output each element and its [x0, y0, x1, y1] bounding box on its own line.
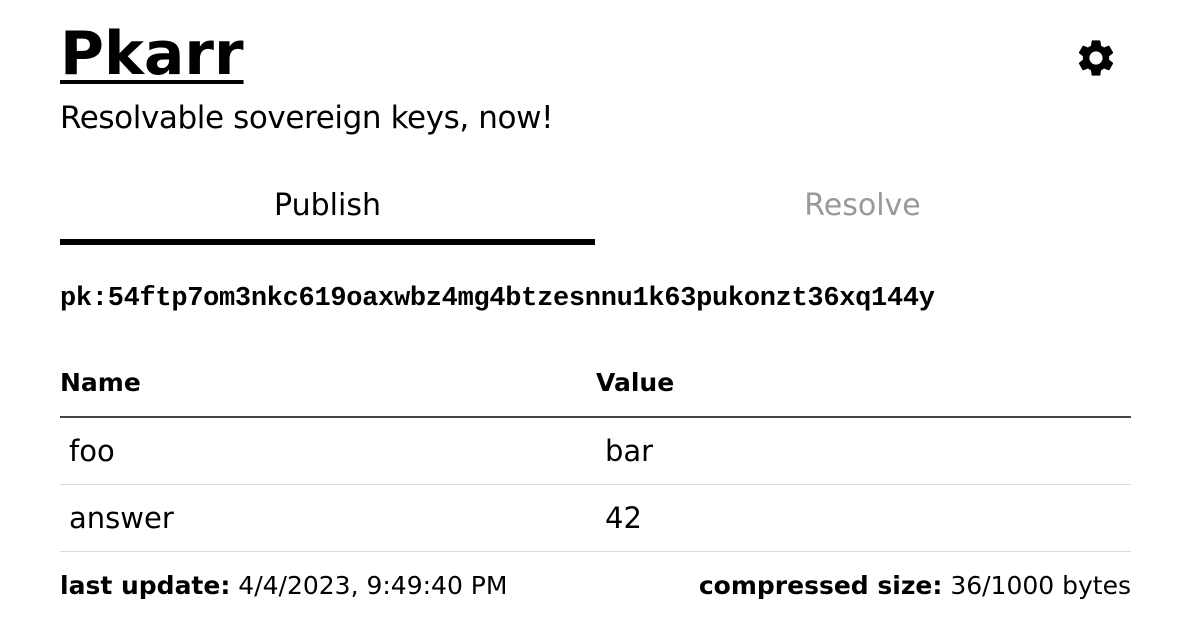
pkarr-app: Pkarr Resolvable sovereign keys, now! Pu…: [0, 0, 1200, 630]
active-tab-indicator: [60, 239, 595, 245]
column-header-name: Name: [60, 368, 141, 397]
table-row: foo bar: [60, 418, 1131, 485]
page-title-link[interactable]: Pkarr: [60, 18, 244, 90]
status-footer: last update: 4/4/2023, 9:49:40 PM compre…: [60, 566, 1131, 606]
record-value-field[interactable]: bar: [605, 433, 653, 469]
tab-publish[interactable]: Publish: [60, 180, 595, 246]
record-name-field[interactable]: answer: [69, 500, 174, 536]
tab-bar: Publish Resolve: [60, 180, 1130, 246]
last-update-value: 4/4/2023, 9:49:40 PM: [238, 571, 508, 600]
compressed-size: compressed size: 36/1000 bytes: [699, 566, 1131, 606]
compressed-size-value: 36/1000 bytes: [950, 571, 1131, 600]
last-update: last update: 4/4/2023, 9:49:40 PM: [60, 566, 507, 606]
table-row: answer 42: [60, 485, 1131, 552]
page-subtitle: Resolvable sovereign keys, now!: [60, 100, 554, 136]
records-table: Name Value foo bar answer 42: [60, 360, 1131, 552]
table-header: Name Value: [60, 360, 1131, 418]
record-name-field[interactable]: foo: [69, 433, 115, 469]
compressed-size-label: compressed size:: [698, 571, 943, 600]
record-value-field[interactable]: 42: [605, 500, 642, 536]
tab-resolve[interactable]: Resolve: [595, 180, 1130, 246]
gear-icon[interactable]: [1074, 36, 1118, 80]
column-header-value: Value: [596, 368, 675, 397]
last-update-label: last update:: [60, 571, 231, 600]
public-key: pk:54ftp7om3nkc619oaxwbz4mg4btzesnnu1k63…: [60, 284, 935, 314]
